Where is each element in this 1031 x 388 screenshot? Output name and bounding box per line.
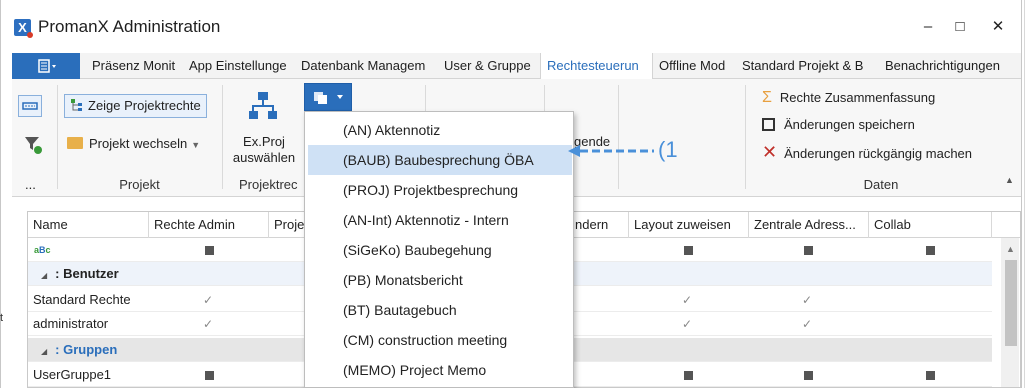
col-layout-zuweisen[interactable]: Layout zuweisen: [629, 212, 749, 238]
menu-item-memo[interactable]: (MEMO) Project Memo: [305, 355, 573, 385]
group-benutzer-text: : Benutzer: [55, 266, 119, 281]
check-icon[interactable]: ✓: [682, 318, 694, 330]
zeige-projektrechte-button[interactable]: Zeige Projektrechte: [64, 94, 207, 118]
zeige-projektrechte-label: Zeige Projektrechte: [88, 98, 201, 113]
scrollbar-thumb[interactable]: [1005, 260, 1017, 346]
menu-icon: [38, 59, 56, 73]
chevron-down-icon: ▼: [191, 140, 201, 150]
background-edge: [1024, 0, 1025, 388]
checkbox[interactable]: [926, 371, 935, 380]
filter-checkbox[interactable]: [926, 246, 935, 255]
group-label-projekt: Projekt: [119, 177, 160, 192]
hierarchy-icon: [249, 92, 277, 119]
projekt-wechseln-button[interactable]: Projekt wechseln ▼: [67, 136, 200, 151]
close-x-icon: ✕: [762, 142, 778, 162]
filter-checkbox[interactable]: [205, 246, 214, 255]
separator: [57, 85, 58, 189]
col-aendern[interactable]: ndern: [571, 212, 629, 238]
annotation-label: (1: [658, 137, 678, 162]
tab-rechtesteuerung[interactable]: Rechtesteuerun: [540, 53, 653, 80]
tab-app-einstellungen[interactable]: App Einstellunge: [183, 53, 292, 79]
aenderungen-speichern-button[interactable]: Änderungen speichern: [762, 117, 915, 132]
background-text: t: [0, 312, 4, 324]
checkbox[interactable]: [684, 371, 693, 380]
separator: [222, 85, 223, 189]
tree-icon: [70, 98, 84, 112]
separator: [745, 85, 746, 189]
tab-offline[interactable]: Offline Mod: [653, 53, 735, 79]
tab-user-gruppe[interactable]: User & Gruppe: [438, 53, 542, 79]
ex-proj-auswaehlen-button[interactable]: Ex.Proj auswählen: [232, 134, 296, 166]
window-title: PromanX Administration: [38, 17, 221, 36]
title-bar: X PromanX Administration – □ ✕: [1, 0, 1021, 52]
aenderungen-rueckgaengig-label: Änderungen rückgängig machen: [784, 146, 973, 161]
checkbox[interactable]: [205, 371, 214, 380]
aenderungen-speichern-label: Änderungen speichern: [784, 117, 915, 132]
col-name[interactable]: Name: [28, 212, 149, 238]
close-button[interactable]: ✕: [981, 14, 1015, 40]
ribbon-tab-bar: Präsenz Monit App Einstellunge Datenbank…: [12, 53, 1021, 80]
menu-item-an[interactable]: (AN) Aktennotiz: [305, 115, 573, 145]
col-collab-label: Collab: [874, 217, 911, 232]
col-zentrale-adress[interactable]: Zentrale Adress...: [749, 212, 869, 238]
group-gruppen-text: : Gruppen: [55, 342, 118, 357]
tab-benachrichtigungen[interactable]: Benachrichtigungen: [879, 53, 1021, 79]
menu-item-cm[interactable]: (CM) construction meeting: [305, 325, 573, 355]
sigma-icon: Σ: [762, 89, 772, 106]
vorlage-dropdown-menu: (AN) Aktennotiz (BAUB) Baubesprechung ÖB…: [304, 111, 574, 388]
check-icon[interactable]: ✓: [203, 318, 215, 330]
menu-item-sigeko[interactable]: (SiGeKo) Baubegehung: [305, 235, 573, 265]
tab-datenbank[interactable]: Datenbank Managem: [295, 53, 439, 79]
group-label-projektrechte: Projektrec: [239, 177, 298, 192]
ex-proj-label-line1: Ex.Proj: [243, 134, 285, 149]
row-name: Standard Rechte: [33, 292, 131, 307]
filter-icon[interactable]: [22, 134, 44, 156]
tab-praesenz[interactable]: Präsenz Monit: [86, 53, 180, 79]
group-label: ◢ : Gruppen: [36, 338, 117, 362]
row-name: administrator: [33, 316, 109, 331]
rechte-zusammenfassung-button[interactable]: Σ Rechte Zusammenfassung: [762, 89, 935, 107]
projekt-wechseln-label: Projekt wechseln: [89, 136, 188, 151]
menu-item-an-int[interactable]: (AN-Int) Aktennotiz - Intern: [305, 205, 573, 235]
app-logo-icon: X: [14, 19, 33, 38]
ex-proj-label-line2: auswählen: [232, 150, 296, 165]
annotation-arrow: (1: [566, 137, 686, 165]
group-label: ◢ : Benutzer: [36, 262, 119, 286]
minimize-button[interactable]: –: [911, 14, 945, 40]
check-icon[interactable]: ✓: [203, 294, 215, 306]
abc-filter-icon[interactable]: aBc: [29, 238, 51, 262]
col-rechte-admin[interactable]: Rechte Admin: [149, 212, 269, 238]
group-label-daten: Daten: [863, 177, 899, 192]
folder-icon: [67, 137, 83, 149]
maximize-button[interactable]: □: [943, 14, 977, 40]
more-button[interactable]: ...: [25, 177, 36, 192]
check-icon[interactable]: ✓: [802, 318, 814, 330]
menu-item-bt[interactable]: (BT) Bautagebuch: [305, 295, 573, 325]
collapse-icon: ◢: [41, 347, 48, 356]
file-menu-button[interactable]: [12, 53, 80, 79]
menu-item-baub[interactable]: (BAUB) Baubesprechung ÖBA: [308, 145, 572, 175]
save-icon: [762, 118, 775, 131]
menu-item-pb[interactable]: (PB) Monatsbericht: [305, 265, 573, 295]
aenderungen-rueckgaengig-button[interactable]: ✕ Änderungen rückgängig machen: [762, 142, 973, 162]
rechte-zusammenfassung-label: Rechte Zusammenfassung: [779, 90, 936, 105]
view-toggle-icon[interactable]: [18, 95, 42, 117]
scroll-up-icon[interactable]: ▲: [1006, 244, 1015, 254]
app-window: X PromanX Administration – □ ✕ Präsenz M…: [0, 0, 1022, 388]
tab-standard-projekt[interactable]: Standard Projekt & B: [736, 53, 878, 79]
menu-item-proj[interactable]: (PROJ) Projektbesprechung: [305, 175, 573, 205]
checkbox[interactable]: [804, 371, 813, 380]
separator: [618, 85, 619, 189]
row-name: UserGruppe1: [33, 367, 112, 382]
check-icon[interactable]: ✓: [802, 294, 814, 306]
ribbon-collapse-icon[interactable]: ▲: [1005, 175, 1014, 185]
col-collab[interactable]: Collab: [869, 212, 992, 238]
filter-checkbox[interactable]: [804, 246, 813, 255]
filter-checkbox[interactable]: [684, 246, 693, 255]
check-icon[interactable]: ✓: [682, 294, 694, 306]
documents-icon: [314, 92, 343, 104]
vorlage-dropdown-button[interactable]: [304, 83, 352, 111]
collapse-icon: ◢: [41, 271, 48, 280]
